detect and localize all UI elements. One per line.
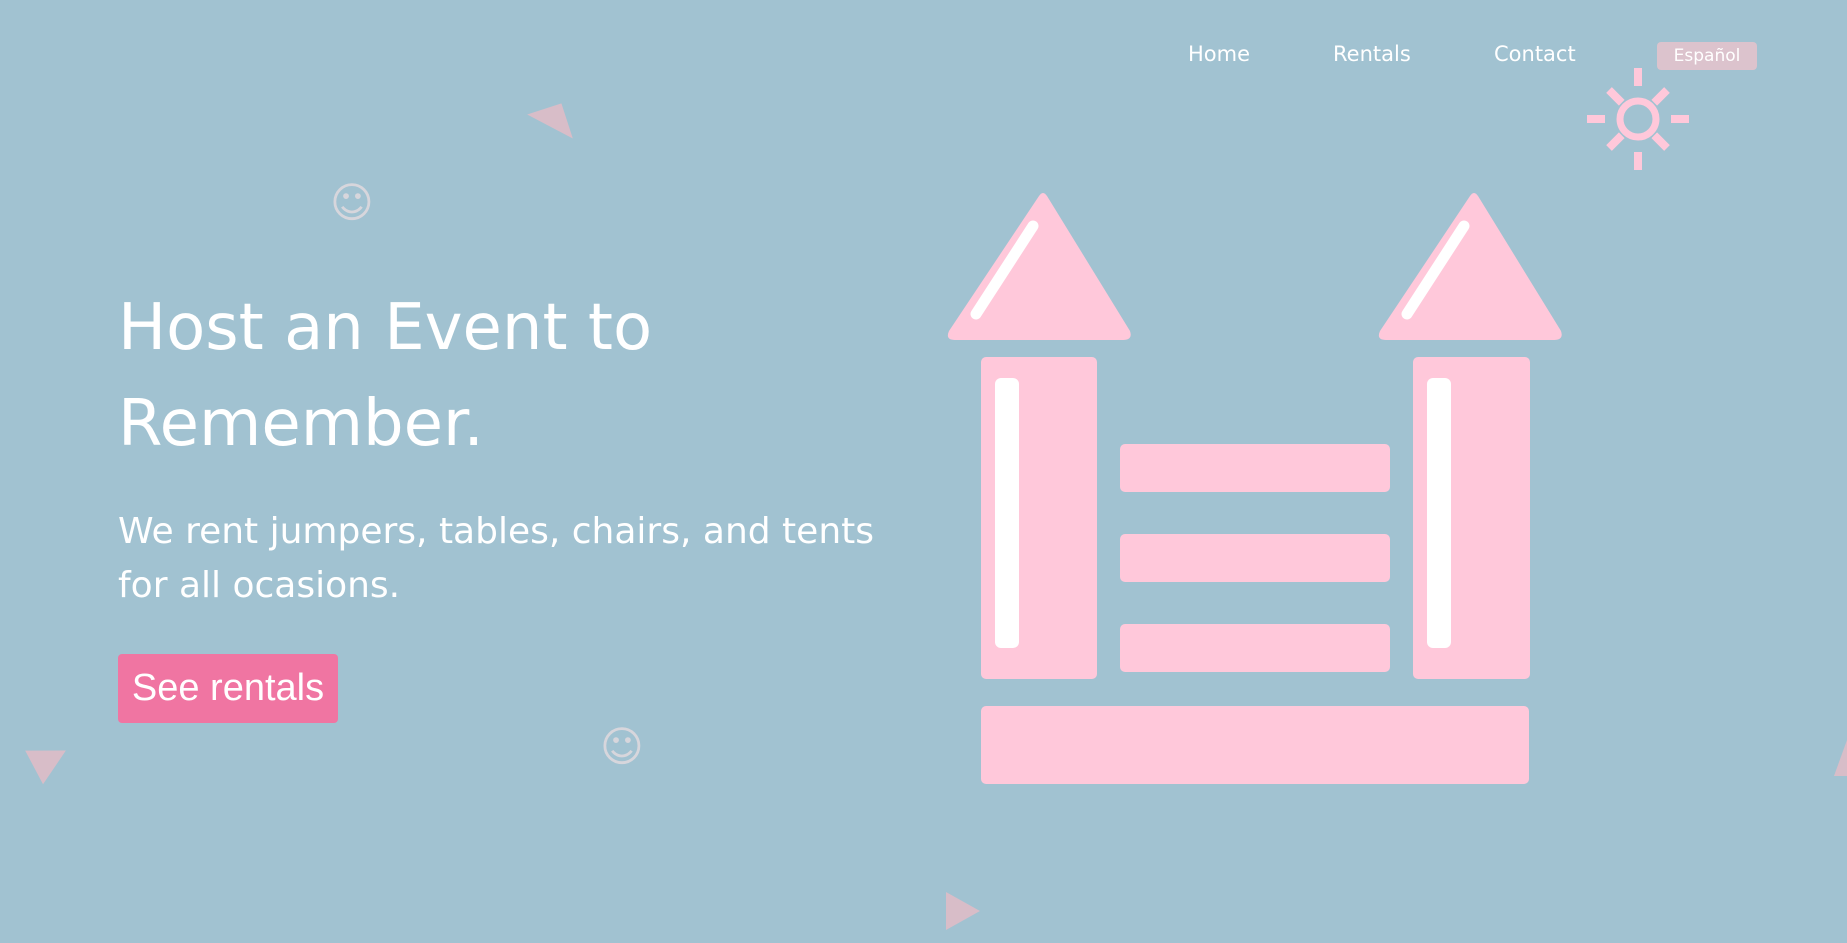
triangle-icon — [25, 733, 75, 785]
nav-contact-link[interactable]: Contact — [1494, 42, 1576, 66]
sun-icon — [1587, 68, 1689, 170]
triangle-icon — [1834, 740, 1847, 776]
triangle-icon — [527, 103, 573, 150]
triangle-icon — [946, 892, 980, 930]
smiley-icon: ☺ — [330, 178, 374, 227]
smiley-icon: ☺ — [600, 722, 644, 771]
nav-rentals-link[interactable]: Rentals — [1333, 42, 1411, 66]
hero-title: Host an Event to Remember. — [118, 291, 653, 461]
nav-home-link[interactable]: Home — [1188, 42, 1250, 66]
hero-subtitle: We rent jumpers, tables, chairs, and ten… — [118, 511, 874, 606]
see-rentals-button[interactable]: See rentals — [118, 654, 338, 723]
bounce-house-icon — [947, 193, 1562, 784]
top-nav: Home Rentals Contact Español — [0, 38, 1847, 72]
